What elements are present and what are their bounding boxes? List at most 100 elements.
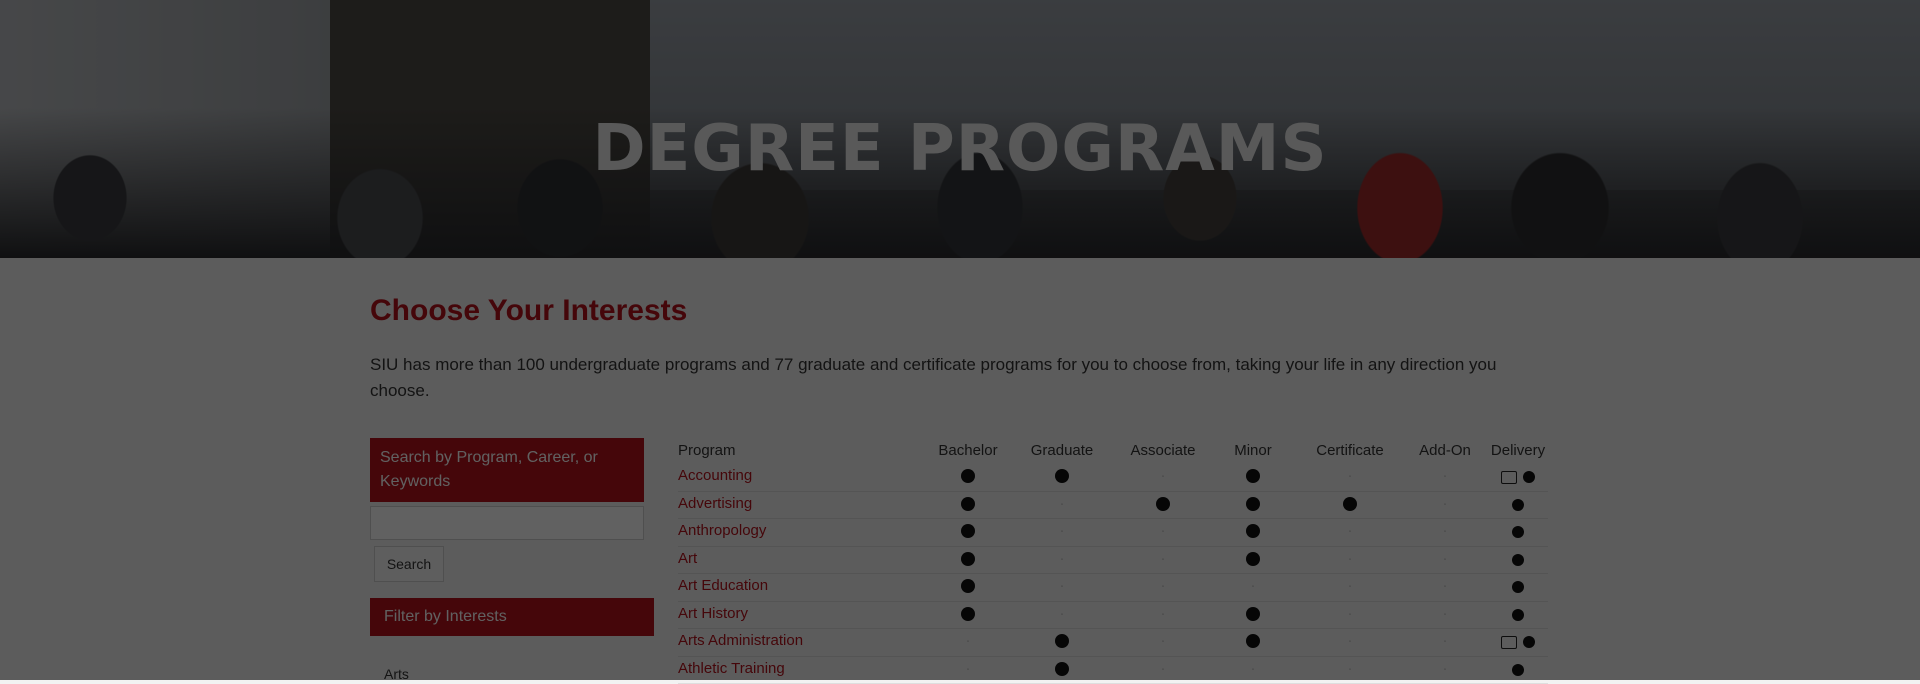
empty-marker: · (1161, 577, 1166, 594)
table-row: Art · · · · (678, 547, 1548, 575)
dot-icon (1055, 469, 1069, 483)
dot-icon (1246, 469, 1260, 483)
available-dot-icon (1218, 602, 1288, 630)
available-dot-icon (1116, 492, 1210, 520)
page-title: Choose Your Interests (370, 294, 687, 328)
available-dot-icon (1218, 492, 1288, 520)
delivery-cell (1480, 574, 1556, 602)
table-row: Advertising · · (678, 492, 1548, 520)
available-dot-icon (928, 464, 1008, 492)
empty-cell: · (1022, 492, 1102, 520)
table-row: Art Education····· (678, 574, 1548, 602)
dot-icon (1246, 524, 1260, 538)
delivery-cell (1480, 602, 1556, 630)
empty-marker: · (1161, 632, 1166, 649)
campus-dot-icon (1523, 471, 1535, 483)
col-header-graduate: Graduate (1022, 440, 1102, 464)
table-row: Accounting · · · (678, 464, 1548, 492)
available-dot-icon (1022, 629, 1102, 657)
empty-marker: · (1348, 660, 1353, 677)
empty-cell: · (1022, 574, 1102, 602)
empty-marker: · (1348, 632, 1353, 649)
col-header-certificate: Certificate (1300, 440, 1400, 464)
program-link[interactable]: Art Education (678, 574, 868, 602)
campus-dot-icon (1512, 664, 1524, 676)
empty-marker: · (1348, 605, 1353, 622)
empty-cell: · (1218, 574, 1288, 602)
empty-marker: · (1443, 522, 1448, 539)
delivery-cell (1480, 547, 1556, 575)
empty-marker: · (1443, 495, 1448, 512)
filter-header[interactable]: Filter by Interests (370, 598, 654, 636)
empty-cell: · (928, 629, 1008, 657)
empty-marker: · (1443, 605, 1448, 622)
empty-cell: · (1116, 547, 1210, 575)
dot-icon (961, 497, 975, 511)
program-link[interactable]: Arts Administration (678, 629, 868, 657)
empty-marker: · (1161, 550, 1166, 567)
available-dot-icon (1300, 492, 1400, 520)
empty-marker: · (1443, 660, 1448, 677)
program-link[interactable]: Anthropology (678, 519, 868, 547)
empty-marker: · (1060, 522, 1065, 539)
available-dot-icon (1218, 629, 1288, 657)
empty-marker: · (1060, 495, 1065, 512)
program-link[interactable]: Art (678, 547, 868, 575)
available-dot-icon (1218, 519, 1288, 547)
program-link[interactable]: Advertising (678, 492, 868, 520)
empty-cell: · (1022, 602, 1102, 630)
table-row: Anthropology · · · · (678, 519, 1548, 547)
empty-marker: · (1251, 660, 1256, 677)
hero-title: DEGREE PROGRAMS (0, 112, 1920, 186)
empty-marker: · (966, 632, 971, 649)
empty-cell: · (1300, 574, 1400, 602)
dot-icon (1246, 634, 1260, 648)
available-dot-icon (1022, 464, 1102, 492)
col-header-bachelor: Bachelor (928, 440, 1008, 464)
col-header-addon: Add-On (1410, 440, 1480, 464)
empty-marker: · (1161, 467, 1166, 484)
delivery-cell (1480, 629, 1556, 657)
search-input[interactable] (370, 506, 644, 540)
monitor-icon (1501, 471, 1517, 484)
empty-cell: · (1022, 519, 1102, 547)
empty-cell: · (1116, 519, 1210, 547)
empty-cell: · (1300, 464, 1400, 492)
empty-cell: · (1300, 602, 1400, 630)
available-dot-icon (1218, 464, 1288, 492)
available-dot-icon (928, 574, 1008, 602)
dot-icon (1246, 497, 1260, 511)
table-row: Art History · · · · (678, 602, 1548, 630)
empty-marker: · (1348, 550, 1353, 567)
empty-cell: · (1410, 464, 1480, 492)
empty-marker: · (1348, 522, 1353, 539)
campus-dot-icon (1512, 609, 1524, 621)
hero-banner: DEGREE PROGRAMS (0, 0, 1920, 258)
empty-marker: · (1161, 605, 1166, 622)
program-link[interactable]: Accounting (678, 464, 868, 492)
empty-marker: · (966, 660, 971, 677)
program-link[interactable]: Art History (678, 602, 868, 630)
empty-marker: · (1060, 577, 1065, 594)
col-header-associate: Associate (1116, 440, 1210, 464)
empty-marker: · (1161, 660, 1166, 677)
search-button[interactable]: Search (374, 546, 444, 582)
empty-marker: · (1443, 467, 1448, 484)
available-dot-icon (1218, 547, 1288, 575)
dot-icon (1246, 552, 1260, 566)
campus-dot-icon (1523, 636, 1535, 648)
empty-cell: · (1410, 547, 1480, 575)
col-header-delivery: Delivery (1480, 440, 1556, 464)
empty-cell: · (1116, 602, 1210, 630)
campus-dot-icon (1512, 499, 1524, 511)
dot-icon (1055, 634, 1069, 648)
campus-dot-icon (1512, 581, 1524, 593)
dot-icon (961, 552, 975, 566)
campus-dot-icon (1512, 526, 1524, 538)
table-row: Arts Administration···· (678, 629, 1548, 657)
empty-cell: · (1410, 519, 1480, 547)
empty-marker: · (1060, 550, 1065, 567)
empty-cell: · (1410, 492, 1480, 520)
empty-marker: · (1060, 605, 1065, 622)
empty-marker: · (1443, 550, 1448, 567)
